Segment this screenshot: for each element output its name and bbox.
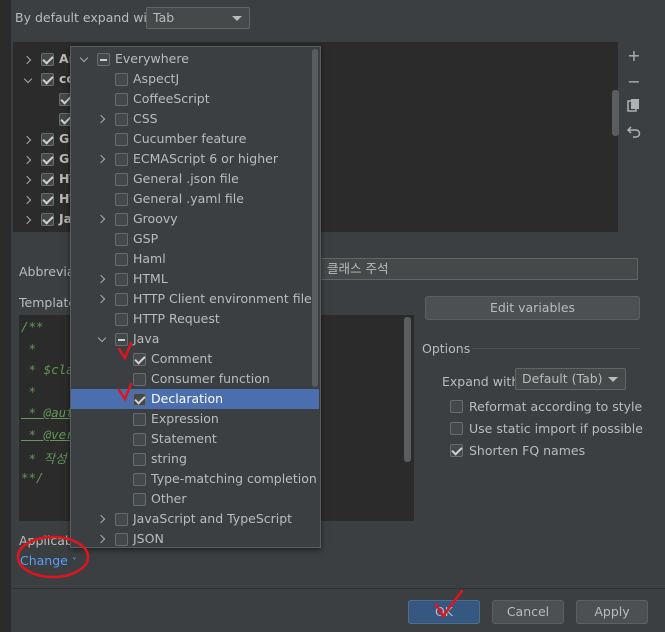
red-check-mark	[117, 382, 133, 402]
red-circle-mark	[16, 535, 90, 579]
red-check-mark	[117, 341, 133, 361]
red-check-mark	[434, 589, 464, 619]
red-annotations	[16, 341, 464, 619]
